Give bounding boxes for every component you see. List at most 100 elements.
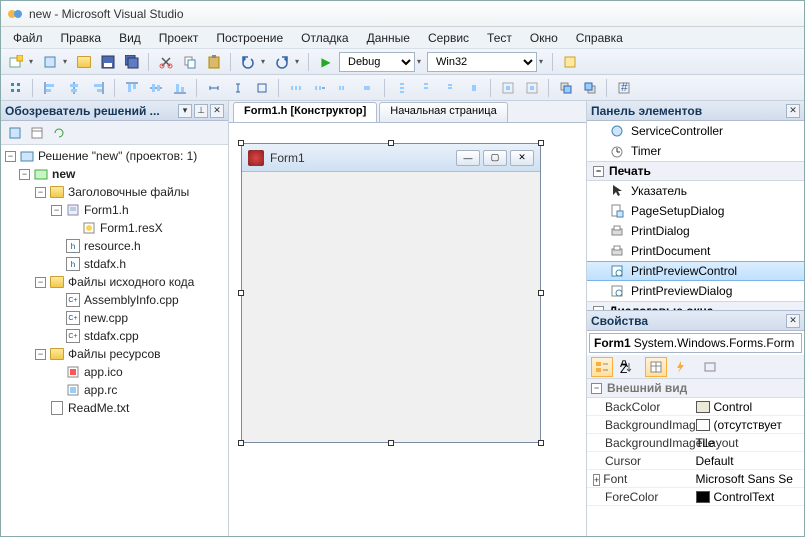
center-v-button[interactable] — [521, 77, 543, 99]
property-pages-button[interactable] — [699, 357, 721, 377]
toolbox-item-pointer[interactable]: Указатель — [587, 181, 804, 201]
hspace-remove-button[interactable] — [357, 77, 379, 99]
toolbox-item[interactable]: PageSetupDialog — [587, 201, 804, 221]
minimize-icon[interactable]: — — [456, 150, 480, 166]
menu-build[interactable]: Построение — [208, 29, 291, 47]
tree-folder-sources[interactable]: −Файлы исходного кода — [3, 273, 226, 291]
property-row[interactable]: +FontMicrosoft Sans Se — [587, 470, 804, 488]
close-icon[interactable]: ✕ — [510, 150, 534, 166]
events-button[interactable] — [669, 357, 691, 377]
properties-button[interactable] — [5, 123, 25, 143]
toolbox-item[interactable]: PrintDocument — [587, 241, 804, 261]
menu-tools[interactable]: Сервис — [420, 29, 477, 47]
tree-item[interactable]: hstdafx.h — [3, 255, 226, 273]
redo-button[interactable] — [271, 51, 293, 73]
toolbox-item[interactable]: Timer — [587, 141, 804, 161]
categorized-button[interactable] — [591, 357, 613, 377]
same-height-button[interactable] — [227, 77, 249, 99]
properties-object-combo[interactable]: Form1 System.Windows.Forms.Form — [589, 333, 802, 353]
align-center-button[interactable] — [63, 77, 85, 99]
tree-item[interactable]: C+stdafx.cpp — [3, 327, 226, 345]
vspace-remove-button[interactable] — [463, 77, 485, 99]
save-button[interactable] — [97, 51, 119, 73]
tree-project[interactable]: −new — [3, 165, 226, 183]
toolbox-list[interactable]: ServiceController Timer −Печать Указател… — [587, 121, 804, 310]
tree-solution[interactable]: −Решение "new" (проектов: 1) — [3, 147, 226, 165]
property-row[interactable]: CursorDefault — [587, 452, 804, 470]
copy-button[interactable] — [179, 51, 201, 73]
paste-button[interactable] — [203, 51, 225, 73]
property-row[interactable]: ForeColorControlText — [587, 488, 804, 506]
tree-folder-headers[interactable]: −Заголовочные файлы — [3, 183, 226, 201]
align-middle-button[interactable] — [145, 77, 167, 99]
align-top-button[interactable] — [121, 77, 143, 99]
tree-folder-resources[interactable]: −Файлы ресурсов — [3, 345, 226, 363]
tree-item[interactable]: C+AssemblyInfo.cpp — [3, 291, 226, 309]
vspace-equal-button[interactable] — [391, 77, 413, 99]
tree-item[interactable]: ReadMe.txt — [3, 399, 226, 417]
properties-button[interactable] — [645, 357, 667, 377]
dropdown-icon[interactable]: ▾ — [29, 57, 37, 66]
property-row[interactable]: BackColorControl — [587, 398, 804, 416]
menu-test[interactable]: Тест — [479, 29, 520, 47]
menu-data[interactable]: Данные — [359, 29, 418, 47]
toolbox-item[interactable]: PrintDialog — [587, 221, 804, 241]
tree-item[interactable]: C+new.cpp — [3, 309, 226, 327]
tree-item[interactable]: Form1.resX — [3, 219, 226, 237]
start-debug-button[interactable]: ▶ — [315, 51, 337, 73]
alphabetical-button[interactable]: AZ — [615, 357, 637, 377]
close-icon[interactable]: ✕ — [786, 314, 800, 328]
toolbox-item-selected[interactable]: PrintPreviewControl — [587, 261, 804, 281]
property-row[interactable]: BackgroundImage(отсутствует — [587, 416, 804, 434]
menu-debug[interactable]: Отладка — [293, 29, 356, 47]
vspace-dec-button[interactable] — [439, 77, 461, 99]
menu-view[interactable]: Вид — [111, 29, 149, 47]
dropdown-icon[interactable]: ▾ — [261, 57, 269, 66]
menu-edit[interactable]: Правка — [53, 29, 110, 47]
menu-window[interactable]: Окно — [522, 29, 566, 47]
toolbox-category-dialogs[interactable]: −Диалоговые окна — [587, 301, 804, 310]
menu-file[interactable]: Файл — [5, 29, 51, 47]
tab-start-page[interactable]: Начальная страница — [379, 102, 507, 122]
tree-item[interactable]: −Form1.h — [3, 201, 226, 219]
toolbox-category-print[interactable]: −Печать — [587, 161, 804, 181]
hspace-inc-button[interactable] — [309, 77, 331, 99]
solution-tree[interactable]: −Решение "new" (проектов: 1) −new −Загол… — [1, 145, 228, 536]
dropdown-icon[interactable]: ▾ — [63, 57, 71, 66]
dropdown-icon[interactable]: ▾ — [295, 57, 303, 66]
align-grid-button[interactable] — [5, 77, 27, 99]
same-width-button[interactable] — [203, 77, 225, 99]
property-row[interactable]: BackgroundImageLayoutTile — [587, 434, 804, 452]
pin-icon[interactable]: ⊥ — [194, 104, 208, 118]
same-size-button[interactable] — [251, 77, 273, 99]
hspace-dec-button[interactable] — [333, 77, 355, 99]
menu-help[interactable]: Справка — [568, 29, 631, 47]
tree-item[interactable]: hresource.h — [3, 237, 226, 255]
property-category[interactable]: −Внешний вид — [587, 379, 804, 398]
hspace-equal-button[interactable] — [285, 77, 307, 99]
undo-button[interactable] — [237, 51, 259, 73]
close-icon[interactable]: ✕ — [210, 104, 224, 118]
find-button[interactable] — [559, 51, 581, 73]
align-right-button[interactable] — [87, 77, 109, 99]
toolbox-item[interactable]: ServiceController — [587, 121, 804, 141]
align-bottom-button[interactable] — [169, 77, 191, 99]
menu-project[interactable]: Проект — [151, 29, 207, 47]
maximize-icon[interactable]: ▢ — [483, 150, 507, 166]
close-icon[interactable]: ✕ — [786, 104, 800, 118]
dropdown-icon[interactable]: ▾ — [178, 104, 192, 118]
designer-surface[interactable]: Form1 — ▢ ✕ — [229, 123, 586, 536]
tab-form-designer[interactable]: Form1.h [Конструктор] — [233, 102, 377, 122]
form-widget[interactable]: Form1 — ▢ ✕ — [241, 143, 541, 443]
show-all-button[interactable] — [27, 123, 47, 143]
bring-front-button[interactable] — [555, 77, 577, 99]
vspace-inc-button[interactable] — [415, 77, 437, 99]
new-project-button[interactable] — [5, 51, 27, 73]
align-left-button[interactable] — [39, 77, 61, 99]
platform-combo[interactable]: Win32 — [427, 52, 537, 72]
tree-item[interactable]: app.ico — [3, 363, 226, 381]
tab-order-button[interactable]: # — [613, 77, 635, 99]
center-h-button[interactable] — [497, 77, 519, 99]
config-combo[interactable]: Debug — [339, 52, 415, 72]
properties-grid[interactable]: −Внешний вид BackColorControlBackgroundI… — [587, 379, 804, 536]
